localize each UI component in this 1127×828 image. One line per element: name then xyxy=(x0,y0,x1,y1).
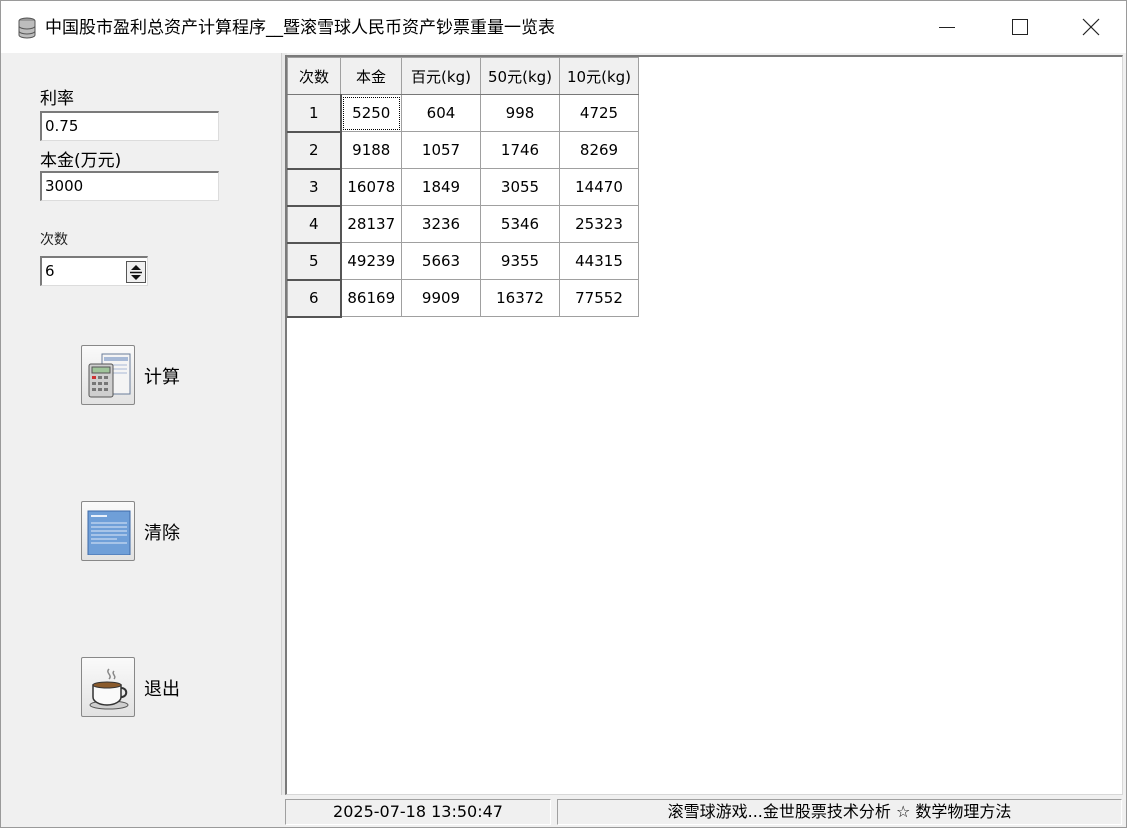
table-row: 2 9188 1057 1746 8269 xyxy=(287,131,639,170)
results-grid[interactable]: 次数 本金 百元(kg) 50元(kg) 10元(kg) 1 5250 604 … xyxy=(285,55,1123,795)
calculate-icon-box xyxy=(81,345,135,405)
spin-up-down-icon xyxy=(130,265,142,280)
rate-label: 利率 xyxy=(40,89,74,109)
table-cell[interactable]: 3055 xyxy=(480,168,560,206)
close-icon xyxy=(1082,18,1100,36)
minimize-button[interactable] xyxy=(912,1,982,53)
rate-input[interactable]: 0.75 xyxy=(40,111,219,141)
minimize-icon xyxy=(939,27,955,28)
table-row: 5 49239 5663 9355 44315 xyxy=(287,242,639,281)
coffee-cup-icon xyxy=(89,668,129,710)
clear-button[interactable]: 清除 xyxy=(81,501,211,563)
table-row: 1 5250 604 998 4725 xyxy=(287,94,639,133)
row-header[interactable]: 4 xyxy=(287,205,342,244)
table-cell[interactable]: 604 xyxy=(401,94,481,132)
table-cell[interactable]: 14470 xyxy=(559,168,639,206)
calculate-button[interactable]: 计算 xyxy=(81,345,211,407)
table-cell[interactable]: 16078 xyxy=(340,168,402,206)
column-header-50-yuan[interactable]: 50元(kg) xyxy=(480,57,560,95)
title-bar[interactable]: 中国股市盈利总资产计算程序__暨滚雪球人民币资产钞票重量一览表 xyxy=(1,1,1126,53)
row-header[interactable]: 3 xyxy=(287,168,342,207)
table-cell[interactable]: 28137 xyxy=(340,205,402,243)
database-icon xyxy=(16,16,38,40)
table-cell[interactable]: 5250 xyxy=(340,94,402,132)
table-cell[interactable]: 16372 xyxy=(480,279,560,317)
column-header-10-yuan[interactable]: 10元(kg) xyxy=(559,57,639,95)
principal-input[interactable]: 3000 xyxy=(40,171,219,201)
principal-label: 本金(万元) xyxy=(40,151,122,171)
window-title: 中国股市盈利总资产计算程序__暨滚雪球人民币资产钞票重量一览表 xyxy=(45,18,555,38)
row-header[interactable]: 1 xyxy=(287,94,342,133)
header-row: 次数 本金 百元(kg) 50元(kg) 10元(kg) xyxy=(287,57,639,95)
status-datetime: 2025-07-18 13:50:47 xyxy=(285,799,551,825)
table-cell[interactable]: 9188 xyxy=(340,131,402,169)
column-header-times[interactable]: 次数 xyxy=(287,57,341,95)
table-cell[interactable]: 1746 xyxy=(480,131,560,169)
close-button[interactable] xyxy=(1056,1,1126,53)
table-cell[interactable]: 25323 xyxy=(559,205,639,243)
calculator-icon xyxy=(88,353,131,398)
app-window: 中国股市盈利总资产计算程序__暨滚雪球人民币资产钞票重量一览表 利率 0.75 … xyxy=(0,0,1127,828)
maximize-icon xyxy=(1012,19,1028,35)
table-cell[interactable]: 9355 xyxy=(480,242,560,280)
table-cell[interactable]: 998 xyxy=(480,94,560,132)
document-icon xyxy=(87,510,131,555)
row-header[interactable]: 2 xyxy=(287,131,342,170)
exit-button[interactable]: 退出 xyxy=(81,657,211,719)
table-cell[interactable]: 1849 xyxy=(401,168,481,206)
row-header[interactable]: 5 xyxy=(287,242,342,281)
input-panel: 利率 0.75 本金(万元) 3000 次数 6 计算 清除 退出 xyxy=(1,53,281,827)
table-cell[interactable]: 1057 xyxy=(401,131,481,169)
times-value: 6 xyxy=(45,262,55,280)
status-message: 滚雪球游戏...金世股票技术分析 ☆ 数学物理方法 xyxy=(557,799,1122,825)
table-cell[interactable]: 8269 xyxy=(559,131,639,169)
table-cell[interactable]: 86169 xyxy=(340,279,402,317)
exit-icon-box xyxy=(81,657,135,717)
table-cell[interactable]: 49239 xyxy=(340,242,402,280)
column-header-principal[interactable]: 本金 xyxy=(340,57,402,95)
calculate-label: 计算 xyxy=(144,367,180,388)
table-cell[interactable]: 5346 xyxy=(480,205,560,243)
column-header-100-yuan[interactable]: 百元(kg) xyxy=(401,57,481,95)
table-cell[interactable]: 5663 xyxy=(401,242,481,280)
table-cell[interactable]: 4725 xyxy=(559,94,639,132)
row-header[interactable]: 6 xyxy=(287,279,342,318)
status-bar: 2025-07-18 13:50:47 滚雪球游戏...金世股票技术分析 ☆ 数… xyxy=(281,797,1126,827)
table-cell[interactable]: 3236 xyxy=(401,205,481,243)
table-cell[interactable]: 44315 xyxy=(559,242,639,280)
clear-label: 清除 xyxy=(144,523,180,544)
exit-label: 退出 xyxy=(144,679,180,700)
results-table: 次数 本金 百元(kg) 50元(kg) 10元(kg) 1 5250 604 … xyxy=(287,57,639,318)
times-label: 次数 xyxy=(40,232,68,248)
maximize-button[interactable] xyxy=(985,1,1055,53)
clear-icon-box xyxy=(81,501,135,561)
times-spinner[interactable]: 6 xyxy=(40,256,148,286)
spin-arrows[interactable] xyxy=(126,261,146,283)
table-row: 3 16078 1849 3055 14470 xyxy=(287,168,639,207)
table-cell[interactable]: 77552 xyxy=(559,279,639,317)
table-row: 6 86169 9909 16372 77552 xyxy=(287,279,639,318)
table-row: 4 28137 3236 5346 25323 xyxy=(287,205,639,244)
table-cell[interactable]: 9909 xyxy=(401,279,481,317)
